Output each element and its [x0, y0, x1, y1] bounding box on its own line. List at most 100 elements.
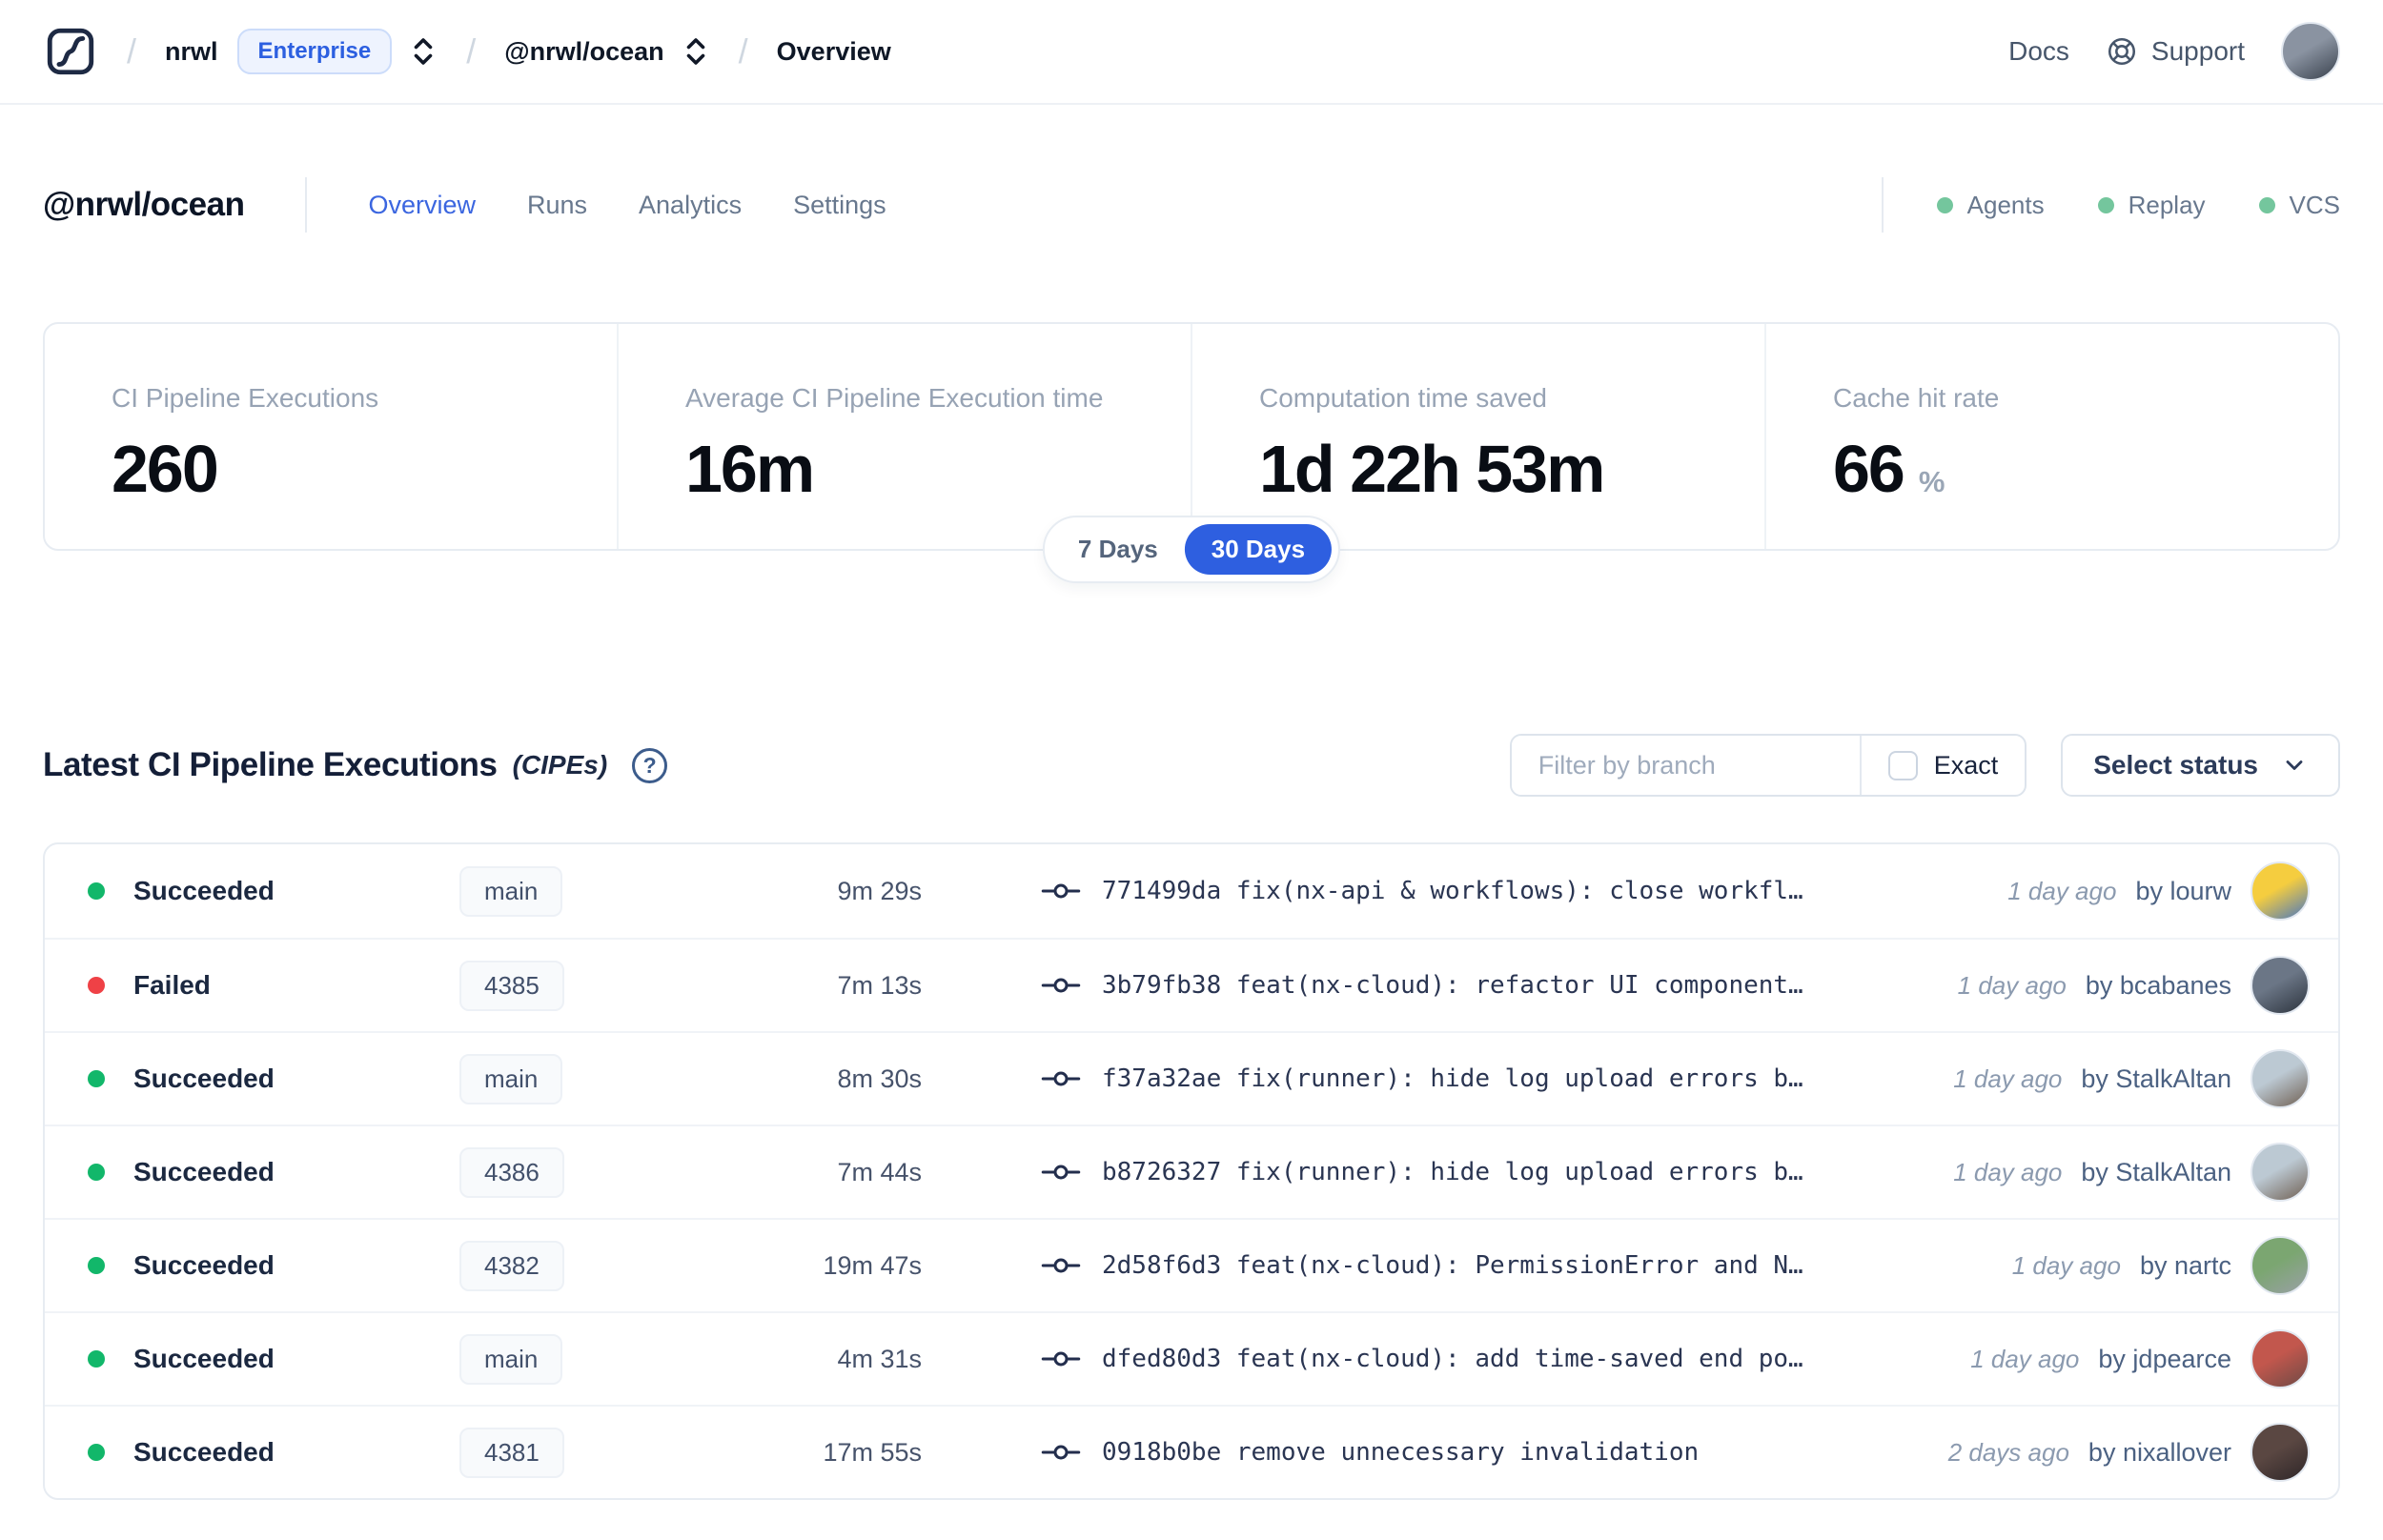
section-title: Latest CI Pipeline Executions: [43, 746, 498, 783]
branch-badge[interactable]: 4382: [459, 1240, 564, 1291]
status-select-dropdown[interactable]: Select status: [2061, 734, 2340, 797]
author-avatar[interactable]: [2251, 956, 2310, 1015]
time-ago-label: 1 day ago: [1957, 970, 2067, 1000]
branch-badge[interactable]: main: [459, 865, 563, 917]
breadcrumb-org[interactable]: nrwl: [165, 37, 218, 67]
author-label: by lourw: [2135, 876, 2231, 905]
status-dot-icon: [88, 1350, 105, 1368]
tab-runs[interactable]: Runs: [527, 191, 587, 220]
support-link[interactable]: Support: [2106, 35, 2245, 68]
table-row[interactable]: Failed 4385 7m 13s 3b79fb38 feat(nx-clou…: [45, 938, 2338, 1031]
status-label: Succeeded: [133, 1157, 275, 1186]
branch-badge[interactable]: 4381: [459, 1427, 564, 1478]
nx-cloud-logo-icon[interactable]: [43, 24, 98, 79]
author-label: by bcabanes: [2085, 970, 2231, 1000]
duration-label: 8m 30s: [837, 1064, 922, 1093]
meta-cell: 1 day ago by jdpearce: [1970, 1329, 2310, 1388]
commit-cell[interactable]: dfed80d3 feat(nx-cloud): add time-saved …: [1041, 1345, 1942, 1373]
cipe-controls: Exact Select status: [1509, 734, 2340, 797]
table-row[interactable]: Succeeded 4386 7m 44s b8726327 fix(runne…: [45, 1125, 2338, 1218]
commit-cell[interactable]: 2d58f6d3 feat(nx-cloud): PermissionError…: [1041, 1251, 1984, 1280]
author-avatar[interactable]: [2251, 1236, 2310, 1295]
branch-badge[interactable]: main: [459, 1053, 563, 1104]
help-icon[interactable]: ?: [632, 747, 668, 783]
commit-message: dfed80d3 feat(nx-cloud): add time-saved …: [1102, 1345, 1803, 1373]
workspace-tabs: Overview Runs Analytics Settings: [368, 191, 886, 220]
exact-checkbox[interactable]: [1887, 750, 1918, 780]
status-dot-icon: [88, 977, 105, 994]
author-avatar[interactable]: [2251, 1329, 2310, 1388]
time-ago-label: 1 day ago: [1970, 1344, 2080, 1373]
range-30-days-button[interactable]: 30 Days: [1184, 524, 1333, 575]
branch-cell: main: [459, 1053, 698, 1104]
git-commit-icon: [1041, 1251, 1081, 1280]
commit-cell[interactable]: f37a32ae fix(runner): hide log upload er…: [1041, 1064, 1925, 1093]
breadcrumb-separator: /: [466, 31, 477, 71]
status-dot-icon: [88, 882, 105, 900]
commit-cell[interactable]: 0918b0be remove unnecessary invalidation: [1041, 1438, 1920, 1467]
duration-label: 4m 31s: [837, 1344, 922, 1373]
cipe-section-header: Latest CI Pipeline Executions (CIPEs) ? …: [43, 734, 2340, 797]
author-avatar[interactable]: [2251, 1049, 2310, 1108]
table-row[interactable]: Succeeded 4382 19m 47s 2d58f6d3 feat(nx-…: [45, 1218, 2338, 1311]
status-label: Succeeded: [133, 1437, 275, 1467]
status-label: Succeeded: [133, 1064, 275, 1093]
tab-analytics[interactable]: Analytics: [639, 191, 742, 220]
time-ago-label: 1 day ago: [2011, 1250, 2121, 1280]
branch-filter-input[interactable]: [1511, 736, 1860, 795]
status-dot-icon: [88, 1070, 105, 1087]
branch-cell: 4381: [459, 1427, 698, 1478]
status-label: Succeeded: [133, 1344, 275, 1373]
time-ago-label: 2 days ago: [1947, 1437, 2069, 1467]
exact-match-toggle[interactable]: Exact: [1862, 736, 2026, 795]
commit-message: b8726327 fix(runner): hide log upload er…: [1102, 1158, 1803, 1186]
commit-cell[interactable]: 771499da fix(nx-api & workflows): close …: [1041, 877, 1979, 905]
branch-cell: 4385: [459, 960, 698, 1011]
branch-badge[interactable]: 4385: [459, 960, 564, 1011]
time-ago-label: 1 day ago: [1953, 1064, 2063, 1093]
cipe-table: Succeeded main 9m 29s 771499da fix(nx-ap…: [43, 842, 2340, 1500]
top-bar: / nrwl Enterprise / @nrwl/ocean / Overvi…: [0, 0, 2383, 105]
git-commit-icon: [1041, 1064, 1081, 1093]
status-vcs[interactable]: VCS: [2258, 191, 2340, 220]
org-switcher-chevron-icon[interactable]: [409, 34, 438, 69]
user-avatar[interactable]: [2281, 22, 2340, 81]
git-commit-icon: [1041, 1158, 1081, 1186]
status-agents[interactable]: Agents: [1936, 191, 2045, 220]
branch-badge[interactable]: 4386: [459, 1146, 564, 1198]
table-row[interactable]: Succeeded main 4m 31s dfed80d3 feat(nx-c…: [45, 1311, 2338, 1405]
stat-cache-hit-rate: Cache hit rate 66 %: [1764, 324, 2338, 549]
commit-message: 2d58f6d3 feat(nx-cloud): PermissionError…: [1102, 1251, 1803, 1280]
author-avatar[interactable]: [2251, 1423, 2310, 1482]
table-row[interactable]: Succeeded main 9m 29s 771499da fix(nx-ap…: [45, 844, 2338, 938]
stats-section: CI Pipeline Executions 260 Average CI Pi…: [43, 322, 2340, 583]
commit-message: 3b79fb38 feat(nx-cloud): refactor UI com…: [1102, 971, 1803, 1000]
duration-label: 17m 55s: [823, 1437, 922, 1467]
green-dot-icon: [1936, 196, 1953, 213]
author-label: by nartc: [2139, 1250, 2231, 1280]
author-avatar[interactable]: [2251, 1143, 2310, 1202]
range-7-days-button[interactable]: 7 Days: [1051, 524, 1185, 575]
status-label: Succeeded: [133, 1250, 275, 1280]
author-label: by nixallover: [2088, 1437, 2231, 1467]
workspace-switcher-chevron-icon[interactable]: [682, 34, 710, 69]
docs-link[interactable]: Docs: [2008, 36, 2069, 67]
time-ago-label: 1 day ago: [1953, 1157, 2063, 1186]
commit-cell[interactable]: b8726327 fix(runner): hide log upload er…: [1041, 1158, 1925, 1186]
topbar-actions: Docs Support: [2008, 22, 2340, 81]
table-row[interactable]: Succeeded main 8m 30s f37a32ae fix(runne…: [45, 1031, 2338, 1125]
author-avatar[interactable]: [2251, 861, 2310, 921]
branch-filter-group: Exact: [1509, 734, 2027, 797]
tab-overview[interactable]: Overview: [368, 191, 476, 220]
status-cell: Succeeded: [88, 1437, 459, 1468]
author-label: by jdpearce: [2098, 1344, 2231, 1373]
git-commit-icon: [1041, 877, 1081, 905]
breadcrumb-workspace[interactable]: @nrwl/ocean: [504, 37, 663, 67]
git-commit-icon: [1041, 1438, 1081, 1467]
table-row[interactable]: Succeeded 4381 17m 55s 0918b0be remove u…: [45, 1405, 2338, 1498]
meta-cell: 2 days ago by nixallover: [1948, 1423, 2310, 1482]
commit-cell[interactable]: 3b79fb38 feat(nx-cloud): refactor UI com…: [1041, 971, 1929, 1000]
tab-settings[interactable]: Settings: [793, 191, 886, 220]
branch-badge[interactable]: main: [459, 1333, 563, 1385]
status-replay[interactable]: Replay: [2097, 191, 2206, 220]
